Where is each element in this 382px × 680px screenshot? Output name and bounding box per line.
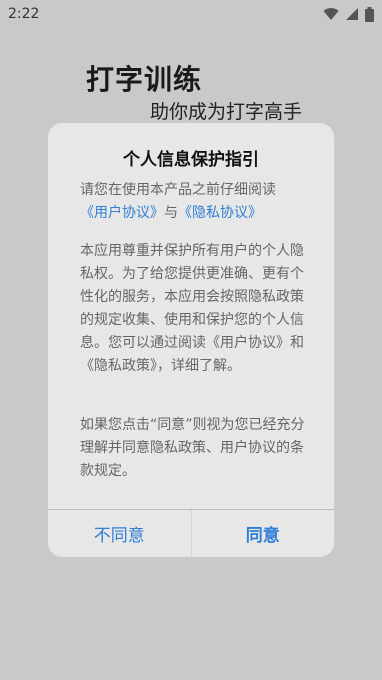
- dialog-title: 个人信息保护指引: [123, 150, 259, 170]
- status-time: 2:22: [8, 6, 40, 22]
- wifi-icon: [323, 7, 339, 21]
- dialog-consent-text: 如果您点击“同意”则视为您已经充分理解并同意隐私政策、用户协议的条款规定。: [80, 417, 305, 479]
- app-subtitle: 助你成为打字高手: [150, 101, 303, 123]
- dialog-button-row: 不同意 同意: [48, 509, 334, 557]
- dialog-intro-text: 请您在使用本产品之前仔细阅读 《用户协议》与《隐私协议》: [80, 179, 306, 225]
- app-title: 打字训练: [86, 63, 203, 96]
- status-icons: [323, 6, 374, 22]
- privacy-agreement-link[interactable]: 《隐私协议》: [178, 205, 262, 221]
- privacy-dialog: 个人信息保护指引 请您在使用本产品之前仔细阅读 《用户协议》与《隐私协议》 本应…: [48, 123, 334, 557]
- disagree-button[interactable]: 不同意: [48, 510, 192, 557]
- dialog-body-text: 本应用尊重并保护所有用户的个人隐私权。为了给您提供更准确、更有个性化的服务，本应…: [80, 243, 304, 374]
- battery-icon: [365, 6, 374, 22]
- intro-prefix: 请您在使用本产品之前仔细阅读: [80, 182, 276, 198]
- cell-signal-icon: [345, 7, 359, 21]
- intro-and: 与: [164, 205, 178, 221]
- status-bar: 2:22: [0, 0, 382, 28]
- user-agreement-link[interactable]: 《用户协议》: [80, 205, 164, 221]
- agree-button[interactable]: 同意: [192, 510, 335, 557]
